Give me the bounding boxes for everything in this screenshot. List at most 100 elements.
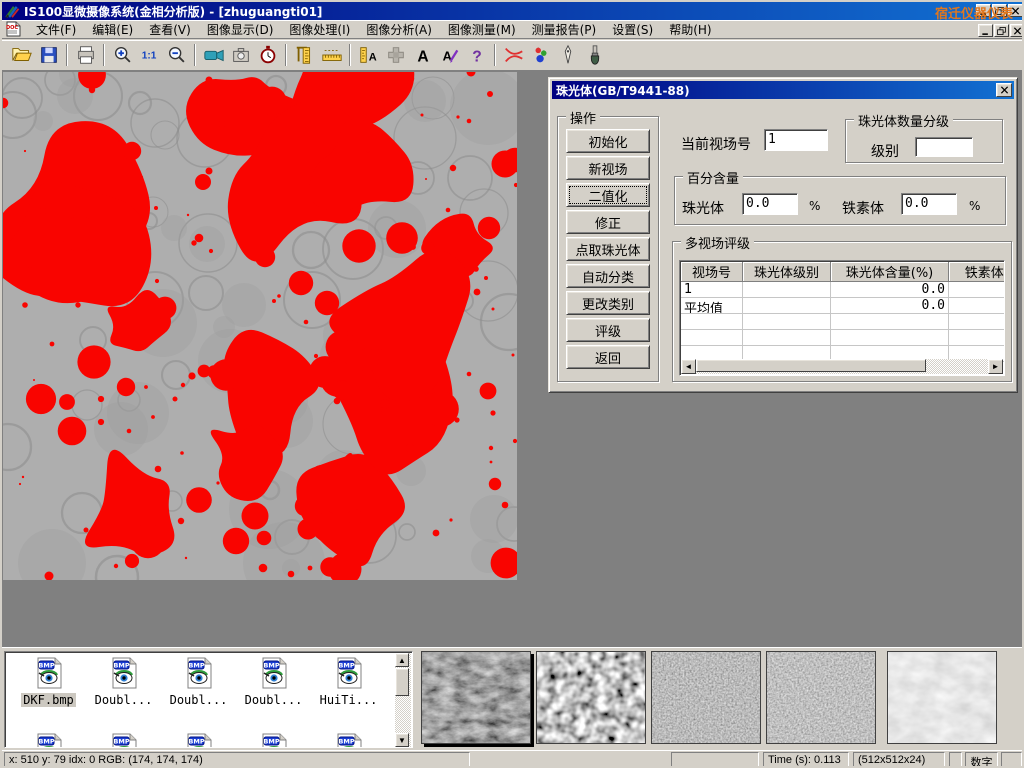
file-item-HuiTi...[interactable]: BMPHuiTi... bbox=[311, 657, 386, 708]
op-button-4[interactable]: 修正 bbox=[566, 210, 650, 234]
thumbnail-5[interactable] bbox=[887, 651, 997, 744]
caliper-button[interactable] bbox=[292, 43, 317, 68]
menu-item-3[interactable]: 查看(V) bbox=[141, 19, 199, 40]
resolution-panel: (512x512x24) bbox=[853, 752, 945, 768]
svg-text:BMP: BMP bbox=[188, 662, 204, 670]
file-item-row2[interactable]: BMP bbox=[86, 733, 161, 748]
delete-curve-button[interactable] bbox=[501, 43, 526, 68]
menu-item-7[interactable]: 图像测量(M) bbox=[440, 19, 524, 40]
file-list-scrollbar[interactable]: ▲ ▼ bbox=[395, 653, 411, 747]
camera-capture-button[interactable] bbox=[228, 43, 253, 68]
ferrite-percent-input[interactable]: 0.0 bbox=[901, 193, 957, 215]
zoom-out-button[interactable] bbox=[164, 43, 189, 68]
menu-item-6[interactable]: 图像分析(A) bbox=[358, 19, 440, 40]
menu-item-8[interactable]: 测量报告(P) bbox=[524, 19, 605, 40]
op-button-6[interactable]: 自动分类 bbox=[566, 264, 650, 288]
thumbnail-4[interactable] bbox=[766, 651, 876, 744]
table-cell: 0.0 bbox=[831, 298, 949, 314]
text-annotate-button[interactable]: A bbox=[410, 43, 435, 68]
video-capture-icon bbox=[203, 44, 225, 66]
measure-label-icon: A bbox=[358, 44, 380, 66]
bmp-file-icon: BMP bbox=[333, 733, 365, 748]
menu-item-5[interactable]: 图像处理(I) bbox=[281, 19, 358, 40]
file-item-row2[interactable]: BMP bbox=[11, 733, 86, 748]
table-row-3[interactable] bbox=[681, 314, 1005, 330]
time-panel: Time (s): 0.113 bbox=[763, 752, 849, 768]
edit-annotate-button[interactable]: A bbox=[437, 43, 462, 68]
table-row-2[interactable]: 平均值0.0 bbox=[681, 298, 1005, 314]
empty-panel-2 bbox=[949, 752, 962, 768]
fill-brush-button[interactable] bbox=[582, 43, 607, 68]
pearlite-percent-input[interactable]: 0.0 bbox=[742, 193, 798, 215]
help-button[interactable]: ? bbox=[464, 43, 489, 68]
file-item-row2[interactable]: BMP bbox=[236, 733, 311, 748]
grade-input[interactable] bbox=[915, 137, 973, 157]
op-button-1[interactable]: 初始化 bbox=[566, 129, 650, 153]
scroll-thumb[interactable] bbox=[696, 359, 926, 372]
op-button-8[interactable]: 评级 bbox=[566, 318, 650, 342]
file-item-Doubl...[interactable]: BMPDoubl... bbox=[236, 657, 311, 708]
column-header-4[interactable]: 铁素体含量(%) bbox=[949, 262, 1005, 282]
table-horizontal-scrollbar[interactable]: ◄ ► bbox=[681, 359, 1003, 374]
scroll-thumb[interactable] bbox=[395, 668, 409, 696]
op-button-7[interactable]: 更改类别 bbox=[566, 291, 650, 315]
video-capture-button[interactable] bbox=[201, 43, 226, 68]
dialog-title-bar[interactable]: 珠光体(GB/T9441-88) bbox=[552, 81, 1014, 99]
zoom-in-button[interactable] bbox=[110, 43, 135, 68]
open-file-button[interactable] bbox=[9, 43, 34, 68]
pearlite-dialog: 珠光体(GB/T9441-88) 操作 初始化新视场二值化修正点取珠光体自动分类… bbox=[548, 77, 1018, 393]
current-field-input[interactable]: 1 bbox=[764, 129, 828, 151]
ruler-button[interactable] bbox=[319, 43, 344, 68]
table-cell bbox=[743, 282, 831, 298]
table-row-1[interactable]: 10.0 bbox=[681, 282, 1005, 298]
child-restore-button[interactable] bbox=[994, 24, 1009, 37]
timer-button[interactable] bbox=[255, 43, 280, 68]
draw-pen-button[interactable] bbox=[555, 43, 580, 68]
scroll-right-button[interactable]: ► bbox=[988, 359, 1003, 374]
column-header-3[interactable]: 珠光体含量(%) bbox=[831, 262, 949, 282]
save-button[interactable] bbox=[36, 43, 61, 68]
child-close-button[interactable] bbox=[1010, 24, 1024, 37]
thumbnail-1[interactable] bbox=[421, 651, 531, 744]
file-item-Doubl...[interactable]: BMPDoubl... bbox=[161, 657, 236, 708]
menu-item-9[interactable]: 设置(S) bbox=[604, 19, 661, 40]
print-button[interactable] bbox=[73, 43, 98, 68]
menu-item-2[interactable]: 编辑(E) bbox=[84, 19, 141, 40]
menu-item-10[interactable]: 帮助(H) bbox=[661, 19, 719, 40]
op-button-9[interactable]: 返回 bbox=[566, 345, 650, 369]
grid-cross-button[interactable] bbox=[383, 43, 408, 68]
table-cell bbox=[949, 330, 1005, 346]
op-button-5[interactable]: 点取珠光体 bbox=[566, 237, 650, 261]
actual-size-button[interactable]: 1:1 bbox=[137, 43, 162, 68]
scroll-down-button[interactable]: ▼ bbox=[395, 733, 409, 747]
column-header-2[interactable]: 珠光体级别 bbox=[743, 262, 831, 282]
dialog-close-button[interactable] bbox=[996, 83, 1012, 97]
scroll-track[interactable] bbox=[696, 359, 988, 374]
rating-table[interactable]: 视场号珠光体级别珠光体含量(%)铁素体含量(%)10.0平均值0.0 ◄ ► bbox=[679, 260, 1005, 376]
file-item-DKF.bmp[interactable]: BMPDKF.bmp bbox=[11, 657, 86, 708]
menu-item-1[interactable]: 文件(F) bbox=[28, 19, 84, 40]
empty-panel-3 bbox=[1001, 752, 1022, 768]
file-item-Doubl...[interactable]: BMPDoubl... bbox=[86, 657, 161, 708]
table-row-4[interactable] bbox=[681, 330, 1005, 346]
file-name: Doubl... bbox=[93, 693, 155, 707]
measure-label-button[interactable]: A bbox=[356, 43, 381, 68]
op-button-2[interactable]: 新视场 bbox=[566, 156, 650, 180]
op-button-3[interactable]: 二值化 bbox=[566, 183, 650, 207]
help-icon: ? bbox=[466, 44, 488, 66]
thumbnail-3[interactable] bbox=[651, 651, 761, 744]
svg-text:BMP: BMP bbox=[38, 662, 54, 670]
scroll-left-button[interactable]: ◄ bbox=[681, 359, 696, 374]
child-minimize-button[interactable] bbox=[978, 24, 993, 37]
file-item-row2[interactable]: BMP bbox=[311, 733, 386, 748]
micrograph-image[interactable] bbox=[3, 72, 517, 580]
column-header-1[interactable]: 视场号 bbox=[681, 262, 743, 282]
file-item-row2[interactable]: BMP bbox=[161, 733, 236, 748]
menu-item-4[interactable]: 图像显示(D) bbox=[199, 19, 282, 40]
scroll-up-button[interactable]: ▲ bbox=[395, 653, 409, 667]
bmp-file-icon: BMP bbox=[33, 733, 65, 748]
bmp-file-icon: BMP bbox=[333, 657, 365, 689]
calibration-points-button[interactable] bbox=[528, 43, 553, 68]
caliper-icon bbox=[294, 44, 316, 66]
thumbnail-2[interactable] bbox=[536, 651, 646, 744]
